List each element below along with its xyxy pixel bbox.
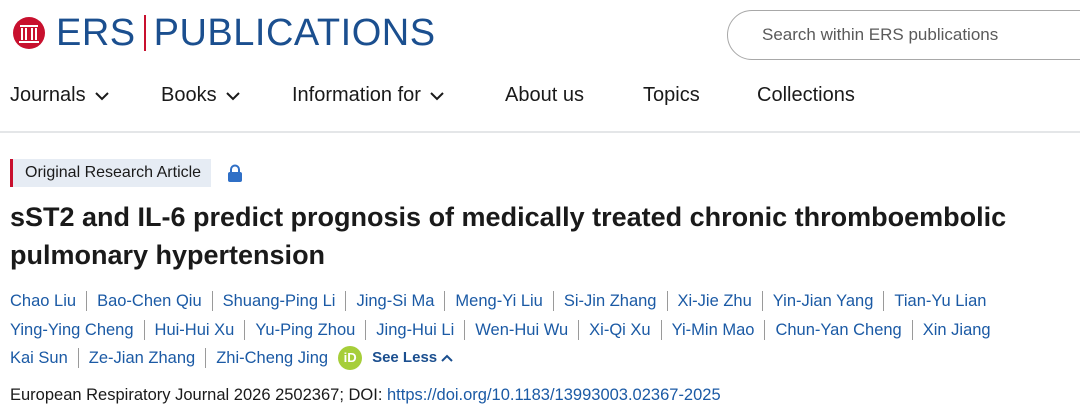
see-less-label: See Less <box>372 349 438 367</box>
nav-topics[interactable]: Topics <box>643 84 700 107</box>
nav-information-for-label: Information for <box>292 84 421 106</box>
author-link[interactable]: Bao-Chen Qiu <box>86 291 212 312</box>
author-line: Chao Liu Bao-Chen Qiu Shuang-Ping Li Jin… <box>10 287 1080 316</box>
author-link[interactable]: Ze-Jian Zhang <box>77 348 205 369</box>
author-link[interactable]: Zhi-Cheng Jing <box>205 348 338 369</box>
chevron-down-icon <box>94 91 109 100</box>
author-link[interactable]: Meng-Yi Liu <box>444 291 552 312</box>
author-link[interactable]: Yin-Jian Yang <box>761 291 884 312</box>
nav-books[interactable]: Books <box>161 84 241 107</box>
ers-logo-icon <box>13 17 45 49</box>
lock-icon <box>228 164 242 182</box>
nav-collections[interactable]: Collections <box>757 84 855 107</box>
article-type-badge: Original Research Article <box>10 159 212 187</box>
author-line: Ying-Ying Cheng Hui-Hui Xu Yu-Ping Zhou … <box>10 316 1080 345</box>
nav-information-for[interactable]: Information for <box>292 84 445 107</box>
site-header: ERS PUBLICATIONS Journals Books Informat… <box>0 0 1080 133</box>
logo-brand-text: ERS <box>56 12 136 54</box>
author-link[interactable]: Wen-Hui Wu <box>464 319 578 340</box>
ers-publications-logo[interactable]: ERS PUBLICATIONS <box>12 12 436 54</box>
logo-divider <box>143 15 146 51</box>
author-link[interactable]: Xin Jiang <box>911 319 1001 340</box>
author-link[interactable]: Yi-Min Mao <box>660 319 765 340</box>
author-link[interactable]: Xi-Jie Zhu <box>666 291 762 312</box>
author-link[interactable]: Hui-Hui Xu <box>143 319 245 340</box>
author-link[interactable]: Kai Sun <box>10 348 78 368</box>
chevron-up-icon <box>441 354 453 362</box>
author-list: Chao Liu Bao-Chen Qiu Shuang-Ping Li Jin… <box>10 287 1080 373</box>
author-link[interactable]: Tian-Yu Lian <box>883 291 996 312</box>
see-less-button[interactable]: See Less <box>372 344 453 372</box>
logo-name-text: PUBLICATIONS <box>153 12 436 54</box>
author-link[interactable]: Yu-Ping Zhou <box>244 319 365 340</box>
author-line: Kai Sun Ze-Jian Zhang Zhi-Cheng Jing iD … <box>10 344 1080 373</box>
article-title: sST2 and IL-6 predict prognosis of medic… <box>10 202 1007 270</box>
author-link[interactable]: Chao Liu <box>10 291 86 311</box>
header-divider <box>0 131 1080 133</box>
author-link[interactable]: Chun-Yan Cheng <box>764 319 911 340</box>
nav-about-us[interactable]: About us <box>505 84 584 107</box>
article-citation: European Respiratory Journal 2026 250236… <box>10 386 721 405</box>
nav-journals[interactable]: Journals <box>10 84 110 107</box>
author-link[interactable]: Jing-Hui Li <box>365 319 464 340</box>
citation-text: European Respiratory Journal 2026 250236… <box>10 386 387 404</box>
nav-journals-label: Journals <box>10 84 86 106</box>
chevron-down-icon <box>430 91 444 100</box>
chevron-down-icon <box>225 91 240 100</box>
nav-books-label: Books <box>161 84 217 106</box>
author-link[interactable]: Si-Jin Zhang <box>552 291 667 312</box>
author-link[interactable]: Xi-Qi Xu <box>578 319 660 340</box>
author-link[interactable]: Jing-Si Ma <box>345 291 444 312</box>
orcid-icon[interactable]: iD <box>338 346 363 371</box>
author-link[interactable]: Shuang-Ping Li <box>211 291 346 312</box>
search-input[interactable] <box>727 10 1080 60</box>
doi-link[interactable]: https://doi.org/10.1183/13993003.02367-2… <box>387 386 721 404</box>
author-link[interactable]: Ying-Ying Cheng <box>10 320 144 340</box>
